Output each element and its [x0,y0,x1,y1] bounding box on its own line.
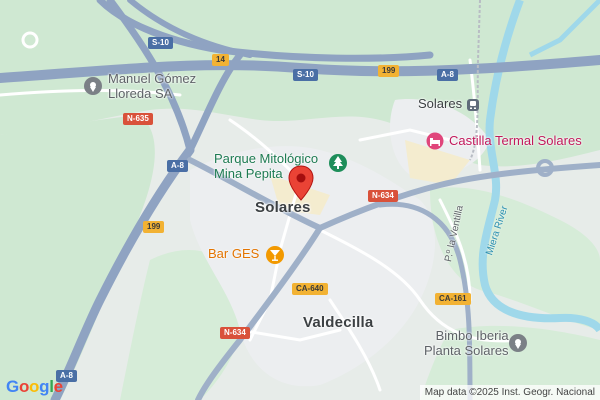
road-shield-n634: N-634 [368,190,398,202]
poi-label-line: Lloreda SA [108,85,173,101]
hotel-icon[interactable] [426,132,444,150]
logo-letter: o [18,377,30,396]
logo-letter: G [6,377,19,396]
location-pin-icon[interactable] [288,165,314,201]
road-shield-a8: A-8 [437,69,458,81]
bar-icon[interactable] [265,245,285,265]
road-shield-ca640: CA-640 [292,283,328,295]
map-canvas[interactable]: S-10 S-10 A-8 A-8 A-8 N-635 N-634 N-634 … [0,0,600,400]
place-marker-icon[interactable] [508,333,528,353]
road-shield-s10: S-10 [293,69,318,81]
poi-label-line: Planta Solares [424,342,509,358]
road-shield-a8: A-8 [167,160,188,172]
station-label[interactable]: Solares [418,96,462,112]
road-shield-199: 199 [378,65,400,77]
map-attribution[interactable]: Map data ©2025 Inst. Geogr. Nacional [419,385,600,400]
poi-label-line: Bimbo Iberia [435,328,509,343]
road-shield-n634: N-634 [220,327,250,339]
road-shield-14: 14 [212,54,229,66]
logo-letter: e [53,377,63,396]
train-station-icon[interactable] [466,98,480,112]
road-shield-199: 199 [143,221,165,233]
place-label-solares: Solares [255,199,311,216]
place-label-valdecilla: Valdecilla [303,314,374,331]
road-shield-n635: N-635 [123,113,153,125]
poi-label-line: Manuel Gómez [108,71,197,86]
place-marker-icon[interactable] [83,76,103,96]
google-logo[interactable]: Google [6,377,63,397]
road-shield-ca161: CA-161 [435,293,471,305]
road-shield-s10: S-10 [148,37,173,49]
logo-letter: g [39,377,50,396]
logo-letter: o [29,377,40,396]
poi-manuel-gomez[interactable]: Manuel Gómez Lloreda SA [108,71,197,102]
poi-bimbo[interactable]: Bimbo Iberia Planta Solares [424,328,509,359]
poi-castilla-termal[interactable]: Castilla Termal Solares [449,133,582,149]
poi-bar-ges[interactable]: Bar GES [208,246,259,262]
park-icon[interactable] [328,153,348,173]
